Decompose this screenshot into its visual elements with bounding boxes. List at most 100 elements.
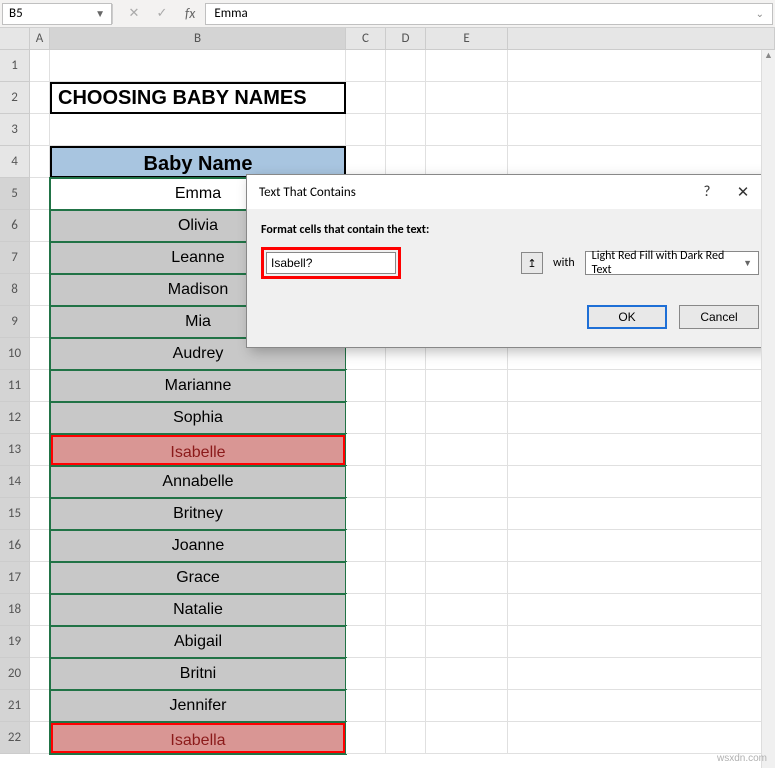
name-cell[interactable]: Joanne xyxy=(50,530,346,562)
name-cell[interactable]: Abigail xyxy=(50,626,346,658)
cell[interactable] xyxy=(508,466,775,498)
cell[interactable] xyxy=(30,114,50,146)
formula-bar[interactable]: Emma ⌄ xyxy=(205,3,773,25)
cell[interactable] xyxy=(426,626,508,658)
row-header[interactable]: 12 xyxy=(0,402,30,434)
fx-icon[interactable]: fx xyxy=(179,5,201,22)
cell[interactable] xyxy=(386,594,426,626)
cell[interactable] xyxy=(346,498,386,530)
cell[interactable] xyxy=(386,466,426,498)
row-header[interactable]: 22 xyxy=(0,722,30,754)
cell[interactable] xyxy=(346,722,386,754)
cell[interactable] xyxy=(426,722,508,754)
row-header[interactable]: 19 xyxy=(0,626,30,658)
col-header[interactable]: B xyxy=(50,28,346,49)
cell[interactable] xyxy=(30,82,50,114)
name-cell[interactable]: Jennifer xyxy=(50,690,346,722)
format-dropdown[interactable]: Light Red Fill with Dark Red Text ▼ xyxy=(585,251,759,275)
cell[interactable] xyxy=(30,50,50,82)
row-header[interactable]: 7 xyxy=(0,242,30,274)
cell[interactable] xyxy=(346,466,386,498)
row-header[interactable]: 16 xyxy=(0,530,30,562)
cell[interactable] xyxy=(426,466,508,498)
cell[interactable] xyxy=(30,722,50,754)
name-box[interactable]: B5 ▼ xyxy=(2,3,112,25)
cell[interactable] xyxy=(346,690,386,722)
cell[interactable] xyxy=(346,402,386,434)
row-header[interactable]: 6 xyxy=(0,210,30,242)
cell[interactable] xyxy=(426,402,508,434)
row-header[interactable]: 10 xyxy=(0,338,30,370)
cell[interactable] xyxy=(386,658,426,690)
name-cell[interactable]: Britni xyxy=(50,658,346,690)
row-header[interactable]: 20 xyxy=(0,658,30,690)
col-header[interactable]: A xyxy=(30,28,50,49)
col-header[interactable]: E xyxy=(426,28,508,49)
cell[interactable] xyxy=(346,50,386,82)
name-cell[interactable]: Annabelle xyxy=(50,466,346,498)
cell[interactable] xyxy=(30,370,50,402)
cell[interactable] xyxy=(508,594,775,626)
cell[interactable] xyxy=(30,626,50,658)
contains-text-input[interactable] xyxy=(266,252,396,274)
cell[interactable] xyxy=(386,530,426,562)
row-header[interactable]: 2 xyxy=(0,82,30,114)
cell[interactable] xyxy=(508,402,775,434)
cell[interactable] xyxy=(346,370,386,402)
cell[interactable] xyxy=(508,50,775,82)
cell[interactable] xyxy=(508,498,775,530)
expand-formula-icon[interactable]: ⌄ xyxy=(756,7,764,20)
cell[interactable] xyxy=(346,530,386,562)
row-header[interactable]: 4 xyxy=(0,146,30,178)
cell[interactable] xyxy=(386,402,426,434)
cell[interactable] xyxy=(426,658,508,690)
cell[interactable] xyxy=(508,530,775,562)
name-cell[interactable]: Sophia xyxy=(50,402,346,434)
row-header[interactable]: 14 xyxy=(0,466,30,498)
close-icon[interactable]: ✕ xyxy=(725,183,761,202)
name-cell[interactable]: Isabella xyxy=(50,722,346,754)
row-header[interactable]: 21 xyxy=(0,690,30,722)
title-cell[interactable]: CHOOSING BABY NAMES xyxy=(50,82,346,114)
cell[interactable] xyxy=(30,274,50,306)
cell[interactable] xyxy=(30,562,50,594)
cell[interactable] xyxy=(346,562,386,594)
row-header[interactable]: 5 xyxy=(0,178,30,210)
cell[interactable] xyxy=(30,210,50,242)
cell[interactable] xyxy=(30,306,50,338)
cell[interactable] xyxy=(30,530,50,562)
cell[interactable] xyxy=(508,434,775,466)
cell[interactable] xyxy=(346,82,386,114)
cell[interactable] xyxy=(508,626,775,658)
cell[interactable] xyxy=(426,114,508,146)
row-header[interactable]: 13 xyxy=(0,434,30,466)
cell[interactable] xyxy=(386,434,426,466)
row-header[interactable]: 17 xyxy=(0,562,30,594)
cell[interactable] xyxy=(508,114,775,146)
cell[interactable] xyxy=(426,370,508,402)
cell[interactable] xyxy=(30,402,50,434)
cell[interactable] xyxy=(426,690,508,722)
cell[interactable] xyxy=(386,690,426,722)
cell[interactable] xyxy=(386,626,426,658)
cell[interactable] xyxy=(346,626,386,658)
chevron-down-icon[interactable]: ▼ xyxy=(95,7,105,20)
cell[interactable] xyxy=(386,370,426,402)
cell[interactable] xyxy=(508,722,775,754)
row-header[interactable]: 9 xyxy=(0,306,30,338)
cell[interactable] xyxy=(30,178,50,210)
cell[interactable] xyxy=(346,658,386,690)
cell[interactable] xyxy=(30,434,50,466)
range-selector-icon[interactable]: ↥ xyxy=(521,252,543,274)
cell[interactable] xyxy=(30,658,50,690)
help-icon[interactable]: ? xyxy=(689,183,725,201)
cell[interactable] xyxy=(346,434,386,466)
cell[interactable] xyxy=(508,370,775,402)
cell[interactable] xyxy=(30,338,50,370)
cell[interactable] xyxy=(346,594,386,626)
cell[interactable] xyxy=(508,690,775,722)
row-header[interactable]: 18 xyxy=(0,594,30,626)
row-header[interactable]: 3 xyxy=(0,114,30,146)
cell[interactable] xyxy=(30,242,50,274)
select-all-corner[interactable] xyxy=(0,28,30,49)
